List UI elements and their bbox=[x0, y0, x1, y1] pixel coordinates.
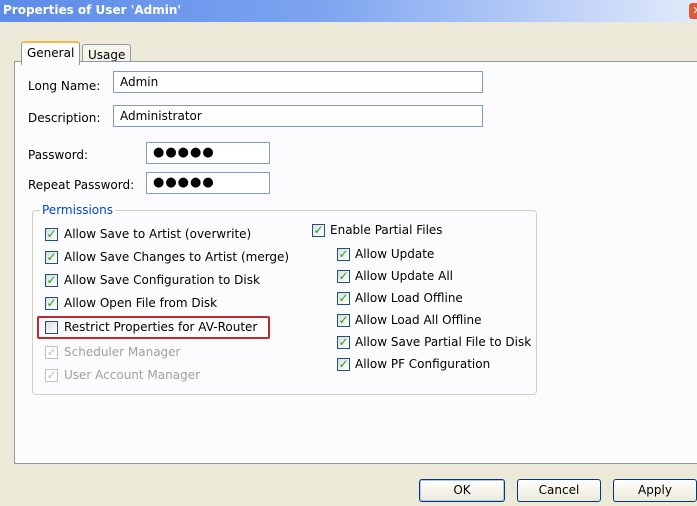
allow-update-all-checkbox[interactable]: ✓ bbox=[337, 270, 350, 283]
allow-save-configuration-disk-checkbox[interactable]: ✓ bbox=[45, 274, 58, 287]
allow-load-all-offline-checkbox[interactable]: ✓ bbox=[337, 314, 350, 327]
user-properties-dialog: Properties of User 'Admin' ✕ General Usa… bbox=[0, 0, 697, 506]
ok-button[interactable]: OK bbox=[419, 479, 505, 502]
highlight-box bbox=[37, 316, 270, 339]
user-account-manager-checkbox: ✓ bbox=[45, 368, 58, 382]
allow-update-all-label: Allow Update All bbox=[355, 269, 453, 283]
tab-usage-label: Usage bbox=[88, 48, 126, 62]
allow-save-partial-file-disk-label: Allow Save Partial File to Disk bbox=[355, 335, 532, 349]
cancel-button[interactable]: Cancel bbox=[517, 479, 601, 502]
allow-update-label: Allow Update bbox=[355, 247, 435, 261]
long-name-input[interactable]: Admin bbox=[113, 71, 483, 93]
permissions-group-label: Permissions bbox=[40, 203, 115, 217]
enable-partial-files-label: Enable Partial Files bbox=[330, 223, 443, 237]
close-icon[interactable]: ✕ bbox=[689, 3, 697, 19]
allow-load-offline-label: Allow Load Offline bbox=[355, 291, 463, 305]
allow-save-artist-overwrite-label: Allow Save to Artist (overwrite) bbox=[64, 227, 252, 241]
apply-button[interactable]: Apply bbox=[613, 479, 697, 502]
allow-pf-configuration-checkbox[interactable]: ✓ bbox=[337, 358, 350, 371]
repeat-password-input[interactable]: ●●●●● bbox=[146, 172, 270, 194]
description-input[interactable]: Administrator bbox=[113, 105, 483, 127]
allow-load-offline-checkbox[interactable]: ✓ bbox=[337, 292, 350, 305]
allow-save-changes-artist-merge-checkbox[interactable]: ✓ bbox=[45, 251, 58, 264]
allow-open-file-disk-label: Allow Open File from Disk bbox=[64, 296, 218, 310]
allow-save-partial-file-disk-checkbox[interactable]: ✓ bbox=[337, 336, 350, 349]
long-name-label: Long Name: bbox=[28, 79, 101, 93]
repeat-password-label: Repeat Password: bbox=[28, 178, 135, 192]
allow-save-changes-artist-merge-label: Allow Save Changes to Artist (merge) bbox=[64, 250, 290, 264]
window-title: Properties of User 'Admin' bbox=[3, 3, 182, 17]
title-bar: Properties of User 'Admin' ✕ bbox=[0, 0, 697, 22]
user-account-manager-label: User Account Manager bbox=[64, 368, 201, 382]
allow-update-checkbox[interactable]: ✓ bbox=[337, 248, 350, 261]
scheduler-manager-label: Scheduler Manager bbox=[64, 345, 181, 359]
password-input[interactable]: ●●●●● bbox=[146, 142, 270, 164]
password-label: Password: bbox=[28, 148, 89, 162]
allow-open-file-disk-checkbox[interactable]: ✓ bbox=[45, 297, 58, 310]
scheduler-manager-checkbox: ✓ bbox=[45, 345, 58, 359]
enable-partial-files-checkbox[interactable]: ✓ bbox=[312, 224, 325, 237]
allow-load-all-offline-label: Allow Load All Offline bbox=[355, 313, 482, 327]
allow-save-artist-overwrite-checkbox[interactable]: ✓ bbox=[45, 228, 58, 241]
allow-save-configuration-disk-label: Allow Save Configuration to Disk bbox=[64, 273, 260, 287]
allow-pf-configuration-label: Allow PF Configuration bbox=[355, 357, 491, 371]
description-label: Description: bbox=[28, 111, 101, 125]
tab-general-label: General bbox=[27, 46, 75, 60]
tab-general[interactable]: General bbox=[21, 41, 81, 65]
